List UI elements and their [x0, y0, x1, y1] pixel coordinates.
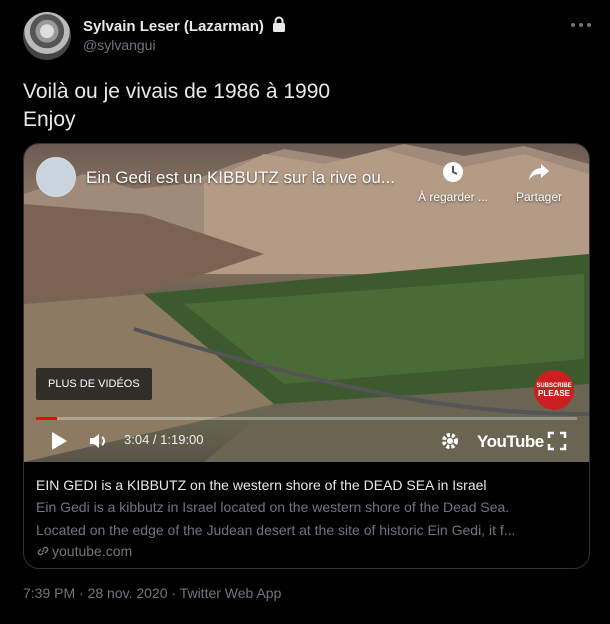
- lock-icon: [271, 16, 287, 37]
- share-icon: [529, 164, 549, 180]
- card-description-line-2: Located on the edge of the Judean desert…: [36, 522, 516, 538]
- volume-icon[interactable]: [88, 431, 108, 456]
- video-player[interactable]: Ein Gedi est un KIBBUTZ sur la rive ou..…: [24, 144, 589, 462]
- author-avatar[interactable]: [23, 12, 71, 60]
- author-name[interactable]: Sylvain Leser (Lazarman): [83, 18, 264, 35]
- fullscreen-icon[interactable]: [547, 431, 567, 456]
- clock-icon: [443, 162, 463, 182]
- progress-fill: [36, 417, 58, 420]
- author-name-row[interactable]: Sylvain Leser (Lazarman): [83, 16, 287, 37]
- subscribe-line-2: PLEASE: [537, 389, 570, 398]
- player-controls: 3:04 / 1:19:00 YouTube: [24, 424, 589, 458]
- play-icon[interactable]: [50, 431, 68, 456]
- tweet-text: Voilà ou je vivais de 1986 à 1990 Enjoy: [23, 78, 330, 134]
- watch-later-label: À regarder ...: [417, 190, 489, 204]
- share-button[interactable]: Partager: [499, 160, 579, 204]
- card-title[interactable]: EIN GEDI is a KIBBUTZ on the western sho…: [36, 476, 577, 495]
- subscribe-badge[interactable]: SUBSCRIBE PLEASE: [534, 370, 574, 410]
- channel-avatar[interactable]: [36, 157, 76, 197]
- share-label: Partager: [515, 190, 563, 204]
- author-handle[interactable]: @sylvangui: [83, 37, 156, 53]
- progress-bar[interactable]: [36, 417, 577, 420]
- watch-later-button[interactable]: À regarder ...: [413, 160, 493, 204]
- tweet-line-1: Voilà ou je vivais de 1986 à 1990: [23, 80, 331, 103]
- card-domain[interactable]: youtube.com: [36, 543, 577, 559]
- settings-gear-icon[interactable]: [440, 431, 460, 456]
- tweet-line-2: Enjoy: [23, 108, 76, 131]
- link-icon: [37, 546, 49, 556]
- card-meta[interactable]: EIN GEDI is a KIBBUTZ on the western sho…: [24, 462, 589, 559]
- card-description-line-1: Ein Gedi is a kibbutz in Israel located …: [36, 499, 510, 515]
- more-horizontal-icon[interactable]: [570, 12, 592, 33]
- tweet-metadata[interactable]: 7:39 PM · 28 nov. 2020 · Twitter Web App: [23, 585, 281, 601]
- video-title[interactable]: Ein Gedi est un KIBBUTZ sur la rive ou..…: [86, 168, 395, 188]
- youtube-logo[interactable]: YouTube: [477, 432, 544, 452]
- video-time: 3:04 / 1:19:00: [124, 432, 204, 447]
- card-domain-text: youtube.com: [52, 543, 133, 559]
- link-card[interactable]: Ein Gedi est un KIBBUTZ sur la rive ou..…: [23, 143, 590, 569]
- more-videos-button[interactable]: PLUS DE VIDÉOS: [36, 368, 152, 400]
